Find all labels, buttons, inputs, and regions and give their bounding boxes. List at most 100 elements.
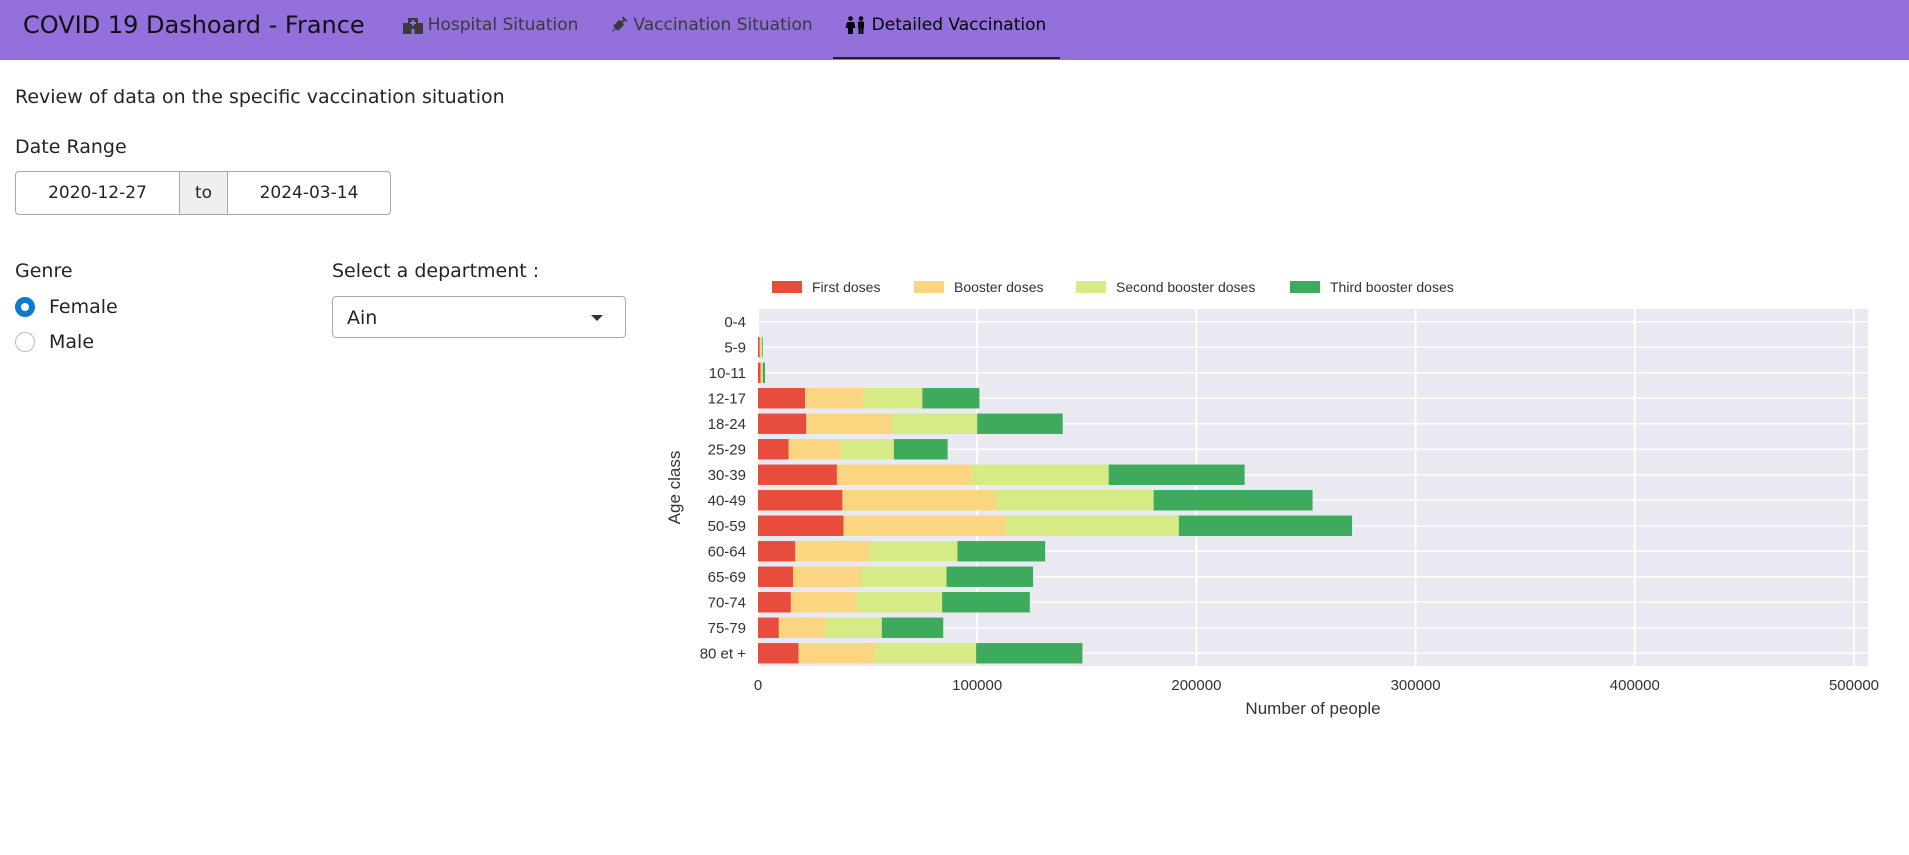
bar-2-12: [824, 617, 882, 638]
radio-male-label: Male: [49, 331, 95, 353]
bar-2-4: [891, 413, 978, 434]
legend-swatch-2: [1076, 281, 1106, 293]
y-tick-label-2: 10-11: [709, 365, 746, 382]
y-tick-label-5: 25-29: [708, 441, 746, 458]
bar-0-9: [758, 541, 796, 562]
y-tick-label-13: 80 et +: [700, 645, 747, 662]
people-icon: [845, 16, 864, 34]
bar-2-6: [971, 464, 1109, 485]
bar-1-5: [788, 439, 842, 460]
x-tick-label-5: 500000: [1829, 677, 1879, 694]
bar-3-7: [1153, 490, 1313, 511]
department-select[interactable]: Ain: [332, 296, 626, 338]
bar-2-7: [996, 490, 1154, 511]
x-tick-label-4: 400000: [1610, 677, 1660, 694]
x-tick-label-2: 200000: [1171, 677, 1221, 694]
bar-1-8: [843, 515, 1006, 536]
bar-1-9: [795, 541, 870, 562]
bar-1-10: [793, 566, 862, 587]
legend-label-2: Second booster doses: [1116, 279, 1255, 295]
y-axis-title: Age class: [665, 451, 684, 525]
x-tick-label-3: 300000: [1391, 677, 1441, 694]
bar-0-8: [758, 515, 844, 536]
bar-1-12: [778, 617, 825, 638]
date-range-input: 2020-12-27 to 2024-03-14: [15, 171, 391, 215]
chevron-down-icon: [591, 315, 603, 321]
y-tick-label-6: 30-39: [708, 467, 746, 484]
bar-1-3: [805, 388, 864, 409]
bar-3-11: [942, 592, 1030, 613]
bar-2-9: [869, 541, 958, 562]
bar-3-2: [762, 362, 766, 383]
y-tick-label-1: 5-9: [724, 339, 746, 356]
bar-2-8: [1005, 515, 1179, 536]
bar-3-1: [761, 337, 763, 358]
tab-detailed-vaccination[interactable]: Detailed Vaccination: [832, 0, 1061, 59]
radio-female[interactable]: Female: [15, 296, 118, 318]
radio-female-circle[interactable]: [15, 297, 35, 317]
tab-hospital-situation[interactable]: Hospital Situation: [391, 0, 593, 50]
navbar: COVID 19 Dashoard - France Hospital Situ…: [0, 0, 1909, 60]
page-subtitle: Review of data on the specific vaccinati…: [15, 86, 505, 108]
bar-0-12: [758, 617, 779, 638]
bar-0-13: [758, 643, 799, 664]
app-title: COVID 19 Dashoard - France: [23, 11, 365, 39]
x-tick-label-0: 0: [754, 677, 762, 694]
bar-3-6: [1108, 464, 1245, 485]
x-axis-title: Number of people: [1245, 699, 1380, 718]
radio-female-label: Female: [49, 296, 118, 318]
bar-1-2: [760, 362, 763, 383]
genre-label: Genre: [15, 260, 73, 282]
plot-background: [758, 309, 1868, 666]
department-label: Select a department :: [332, 260, 540, 282]
bar-0-6: [758, 464, 837, 485]
bar-0-3: [758, 388, 806, 409]
y-tick-label-7: 40-49: [708, 492, 746, 509]
legend-swatch-1: [914, 281, 944, 293]
bar-3-4: [977, 413, 1063, 434]
radio-male[interactable]: Male: [15, 331, 94, 353]
tab-detailed-label: Detailed Vaccination: [871, 15, 1047, 35]
bar-2-1: [761, 337, 762, 358]
bar-2-13: [875, 643, 977, 664]
y-tick-label-11: 70-74: [708, 594, 746, 611]
legend-swatch-3: [1290, 281, 1320, 293]
legend-label-1: Booster doses: [954, 279, 1044, 295]
department-selected-value: Ain: [347, 307, 378, 329]
bar-3-10: [946, 566, 1034, 587]
tab-vaccination-situation[interactable]: Vaccination Situation: [598, 0, 826, 50]
bar-3-13: [976, 643, 1083, 664]
bar-1-4: [806, 413, 892, 434]
bar-0-5: [758, 439, 789, 460]
y-tick-label-0: 0-4: [724, 314, 746, 331]
y-tick-label-12: 75-79: [708, 620, 746, 637]
tab-hospital-label: Hospital Situation: [427, 15, 579, 35]
syringe-icon: [612, 16, 628, 32]
date-range-label: Date Range: [15, 136, 127, 158]
radio-male-circle[interactable]: [15, 332, 35, 352]
tab-vaccination-label: Vaccination Situation: [633, 15, 813, 35]
bar-0-4: [758, 413, 807, 434]
start-date-input[interactable]: 2020-12-27: [15, 171, 180, 215]
bar-3-5: [893, 439, 948, 460]
bar-2-3: [863, 388, 923, 409]
bar-3-9: [957, 541, 1046, 562]
bar-0-7: [758, 490, 843, 511]
bar-2-5: [841, 439, 894, 460]
y-tick-label-8: 50-59: [708, 518, 746, 535]
bar-0-2: [758, 362, 761, 383]
legend-label-0: First doses: [812, 279, 880, 295]
y-tick-label-10: 65-69: [708, 569, 746, 586]
vaccination-age-chart: 0 100000 200000 300000 400000 500000 0-4 5-9 10-…: [665, 279, 1879, 718]
bar-1-1: [759, 337, 762, 358]
y-tick-label-9: 60-64: [708, 543, 746, 560]
end-date-input[interactable]: 2024-03-14: [227, 171, 391, 215]
bar-3-8: [1178, 515, 1353, 536]
bar-1-11: [790, 592, 857, 613]
legend-swatch-0: [772, 281, 802, 293]
bar-0-10: [758, 566, 794, 587]
bar-3-3: [922, 388, 980, 409]
bar-1-7: [842, 490, 997, 511]
bar-0-11: [758, 592, 791, 613]
bar-0-1: [758, 337, 760, 358]
